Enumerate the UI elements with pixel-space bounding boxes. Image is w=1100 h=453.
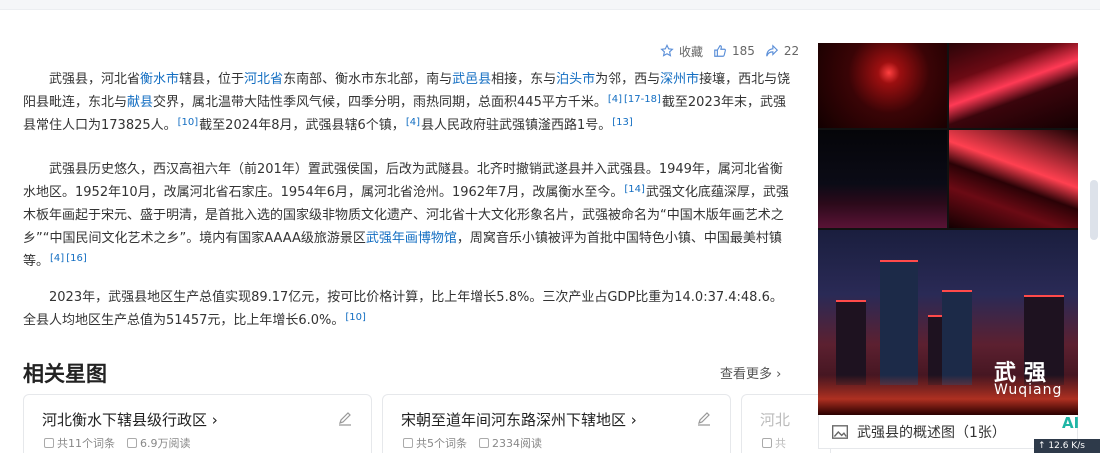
see-more-label: 查看更多 <box>720 367 773 382</box>
link-shenzhou[interactable]: 深州市 <box>660 72 699 87</box>
link-hebei[interactable]: 河北省 <box>244 72 283 87</box>
gallery-caption-text: 武强县的概述图（1张） <box>857 424 1006 441</box>
card-meta: 共 <box>762 435 786 451</box>
related-starmap-title: 相关星图 <box>23 362 107 386</box>
collect-button[interactable]: 收藏 <box>660 43 703 60</box>
card-meta: 共11个词条 6.9万阅读 <box>44 435 191 451</box>
image-icon <box>832 424 848 439</box>
book-icon <box>479 438 489 448</box>
reference-link[interactable]: [10] <box>178 117 199 128</box>
like-count: 185 <box>732 44 755 58</box>
text: 辖县，位于 <box>179 72 245 87</box>
list-icon <box>44 438 54 448</box>
text: 县人民政府驻武强镇滏西路1号。 <box>420 118 612 133</box>
text: 相接，东与 <box>491 72 557 87</box>
entry-count-text: 共5个词条 <box>416 437 467 450</box>
text: 为邻，西与 <box>595 72 661 87</box>
edit-icon[interactable] <box>337 410 353 426</box>
reference-link[interactable]: [4] <box>608 94 622 105</box>
summary-paragraph-2: 武强县历史悠久，西汉高祖六年（前201年）置武强侯国，后改为武隧县。北齐时撤销武… <box>23 158 793 273</box>
card-title: 宋朝至道年间河东路深州下辖地区 › <box>401 409 637 430</box>
night-road-photo <box>949 130 1078 228</box>
chevron-right-icon: › <box>630 411 637 429</box>
summary-paragraph-1: 武强县，河北省衡水市辖县，位于河北省东南部、衡水市东北部，南与武邑县相接，东与泊… <box>23 68 793 137</box>
read-count-text: 2334阅读 <box>492 437 542 450</box>
chevron-right-icon: › <box>776 367 782 382</box>
share-count: 22 <box>783 44 800 58</box>
building <box>836 300 866 385</box>
book-icon <box>127 438 137 448</box>
article-actions: 收藏 185 22 <box>660 43 812 59</box>
ai-assistant-button[interactable]: AI <box>1062 414 1079 432</box>
reference-link[interactable]: [13] <box>612 117 633 128</box>
text: 截至2024年8月，武强县辖6个镇， <box>199 118 405 133</box>
thumbs-up-icon <box>714 45 726 57</box>
reference-link[interactable]: [4] <box>50 253 64 264</box>
read-count: 6.9万阅读 <box>127 435 191 451</box>
night-interchange-photo <box>949 43 1078 128</box>
collect-label: 收藏 <box>679 44 704 59</box>
entry-count: 共 <box>762 435 786 451</box>
link-hengshui[interactable]: 衡水市 <box>140 72 179 87</box>
card-title-text: 宋朝至道年间河东路深州下辖地区 <box>401 411 627 429</box>
chevron-right-icon: › <box>211 411 218 429</box>
night-towers-photo: 武强 Wuqiang <box>818 230 1078 415</box>
star-icon <box>660 44 674 57</box>
read-count: 2334阅读 <box>479 435 542 451</box>
link-xianxian[interactable]: 献县 <box>127 95 153 110</box>
building <box>880 260 918 385</box>
starmap-card[interactable]: 宋朝至道年间河东路深州下辖地区 › 共5个词条 2334阅读 <box>382 394 731 453</box>
night-skyline-photo <box>818 130 947 228</box>
network-speed-widget: ↑ 12.6 K/s <box>1034 439 1100 453</box>
summary-paragraph-3: 2023年，武强县地区生产总值实现89.17亿元，按可比价格计算，比上年增长5.… <box>23 286 793 332</box>
entry-count-text: 共11个词条 <box>57 437 115 450</box>
building <box>942 290 972 385</box>
card-meta: 共5个词条 2334阅读 <box>403 435 542 451</box>
text: 武强县，河北省 <box>49 72 141 87</box>
text: 东南部、衡水市东北部，南与 <box>283 72 453 87</box>
browser-top-strip <box>0 0 1100 10</box>
text: 2023年，武强县地区生产总值实现89.17亿元，按可比价格计算，比上年增长5.… <box>23 290 783 328</box>
page-scrollbar[interactable] <box>1090 180 1098 240</box>
reference-link[interactable]: [14] <box>624 184 645 195</box>
list-icon <box>762 438 772 448</box>
entry-count: 共11个词条 <box>44 435 115 451</box>
overlay-title-en: Wuqiang <box>994 382 1063 398</box>
share-icon <box>766 44 778 57</box>
edit-icon[interactable] <box>696 410 712 426</box>
share-button[interactable]: 22 <box>765 44 799 58</box>
card-title-text: 河北衡水下辖县级行政区 <box>42 411 208 429</box>
like-button[interactable]: 185 <box>713 44 755 58</box>
card-title: 河北 <box>760 411 791 429</box>
see-more-link[interactable]: 查看更多 › <box>720 363 781 382</box>
reference-link[interactable]: [17-18] <box>624 94 661 105</box>
list-icon <box>403 438 413 448</box>
link-nianhua-museum[interactable]: 武强年画博物馆 <box>366 231 457 246</box>
reference-link[interactable]: [4] <box>406 117 420 128</box>
text: 交界，属北温带大陆性季风气候，四季分明，雨热同期，总面积445平方千米。 <box>153 95 607 110</box>
starmap-card[interactable]: 河北衡水下辖县级行政区 › 共11个词条 6.9万阅读 <box>23 394 372 453</box>
overview-image-gallery[interactable]: 武强 Wuqiang <box>818 43 1078 415</box>
reference-link[interactable]: [10] <box>345 312 366 323</box>
entry-count-text: 共 <box>775 437 786 450</box>
read-count-text: 6.9万阅读 <box>140 437 191 450</box>
reference-link[interactable]: [16] <box>66 253 87 264</box>
entry-count: 共5个词条 <box>403 435 467 451</box>
card-title: 河北衡水下辖县级行政区 › <box>42 409 218 430</box>
night-city-photo <box>818 43 947 128</box>
link-wuyi[interactable]: 武邑县 <box>452 72 491 87</box>
link-botou[interactable]: 泊头市 <box>556 72 595 87</box>
